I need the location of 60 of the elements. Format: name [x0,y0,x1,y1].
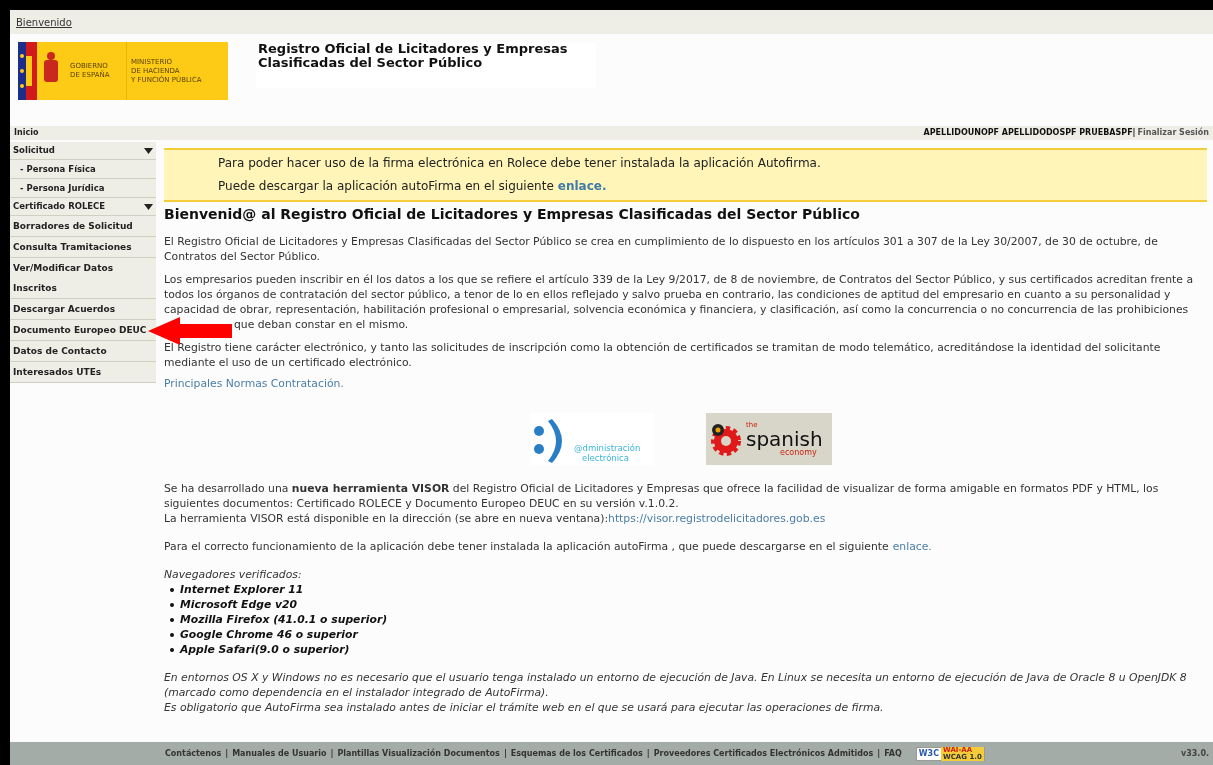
sidebar-item[interactable]: - Persona Jurídica [10,179,156,198]
footer-link[interactable]: Contáctenos [165,747,222,760]
visor-link[interactable]: https://visor.registrodelicitadores.gob.es [608,511,826,526]
separator-text: | [225,747,229,760]
logo-text: spanish [746,428,823,449]
breadcrumb: Inicio [14,127,39,139]
sidebar-item[interactable]: Documento Europeo DEUC [10,320,156,341]
paragraph: El Registro tiene carácter electrónico, y tanto las solicitudes de inscripción como la obtención de certificados se tramitan de modo telemático, acreditándose la identidad del solicitante mediante el uso de un certificado electrónico. [164,340,1162,370]
footer-link[interactable]: FAQ [884,747,902,760]
bullet-icon [170,617,174,622]
sidebar-item[interactable]: Descargar Acuerdos [10,299,156,320]
download-link[interactable]: enlace. [892,539,932,554]
sidebar-section[interactable]: Certificado ROLECE [10,198,156,216]
note-text: En entornos OS X y Windows no es necesario que el usuario tenga instalado un entorno de ejecución de Java. En Linux se necesita un entorno de ejecución de Java de Oracle 8 u OpenJDK 8 (marcado como dependencia en el instalador integrado de AutoFirma). [164,670,1188,700]
logout-link[interactable]: Finalizar Sesión [1137,127,1209,139]
paragraph: El Registro Oficial de Licitadores y Empresas Clasificadas del Sector Público se crea en cumplimiento de lo dispuesto en los artículos 301 a 307 de la Ley 30/2007, de 30 de octubre, de Contratos del Sector Público. [164,234,1159,264]
badge-text: W3C [917,747,940,760]
footer-link[interactable]: Proveedores Certificados Electrónicos Admitidos [653,747,874,760]
logo-text: @dministración [574,443,641,453]
visor-paragraph: Se ha desarrollado una nueva herramienta VISOR del Registro Oficial de Licitadores y Empresas que ofrece la facilidad de visualizar de forma amigable en formatos PDF y HTML, los siguientes documentos: Certificado ROLECE y Documento Europeo DEUC en su versión v.1.0.2. [164,481,1160,511]
separator-text: | [503,747,507,760]
separator-text: | [877,747,881,760]
sidebar-item[interactable]: Datos de Contacto [10,341,156,362]
sidebar-item[interactable]: Consulta Tramitaciones [10,237,156,258]
footer-link[interactable]: Plantillas Visualización Documentos [337,747,500,760]
page-heading: Bienvenid@ al Registro Oficial de Licitadores y Empresas Clasificadas del Sector Público [164,207,861,222]
download-link[interactable]: enlace. [557,175,607,198]
sidebar-item[interactable]: - Persona Física [10,160,156,179]
welcome-link[interactable]: Bienvenido [16,14,72,30]
sidebar-item[interactable]: Interesados UTEs [10,362,156,383]
bullet-icon [170,587,174,592]
separator-text: | [646,747,650,760]
paragraph-line: que deban constar en el mismo. [233,317,410,332]
sidebar-item[interactable]: Ver/Modificar Datos Inscritos [10,258,156,299]
notice-text: Puede descargar la aplicación autoFirma en el siguiente [218,178,554,195]
norms-link[interactable]: Principales Normas Contratación. [164,376,344,391]
browser-name: Microsoft Edge v20 [180,597,298,612]
browsers-heading: Navegadores verificados: [164,567,303,582]
browser-name: Mozilla Firefox (41.0.1 o superior) [180,612,388,627]
browser-name: Internet Explorer 11 [180,582,304,597]
sidebar-section[interactable]: Solicitud [10,142,156,160]
note-text: Es obligatorio que AutoFirma sea instalado antes de iniciar el trámite web en el que se usará para ejecutar las operaciones de firma. [164,700,885,715]
version-text: v33.0. [1181,747,1209,760]
logo-text: economy [780,448,817,457]
footer-link[interactable]: Esquemas de los Certificados [510,747,643,760]
bullet-icon [170,602,174,607]
site-title: Registro Oficial de Licitadores y Empresas [258,42,569,56]
notice-text: Para poder hacer uso de la firma electrónica en Rolece debe tener instalada la aplicación Autofirma. [218,155,822,172]
browser-name: Google Chrome 46 o superior [180,627,358,642]
browser-name: Apple Safari(9.0 o superior) [180,642,350,657]
bullet-icon [170,632,174,637]
site-title: Clasificadas del Sector Público [258,56,483,70]
visor-address-text: La herramienta VISOR está disponible en la dirección (se abre en nueva ventana): [164,511,609,526]
footer-link[interactable]: Manuales de Usuario [232,747,327,760]
logo-text: electrónica [582,453,629,463]
separator-text: | [330,747,334,760]
autofirma-text: Para el correcto funcionamiento de la aplicación debe tener instalada la aplicación autoFirma , que puede descargarse en el siguiente [164,539,889,554]
bullet-icon [170,647,174,652]
sidebar-item[interactable]: Borradores de Solicitud [10,216,156,237]
user-name: APELLIDOUNOPF APELLIDODOSPF PRUEBASPF| [923,127,1136,139]
